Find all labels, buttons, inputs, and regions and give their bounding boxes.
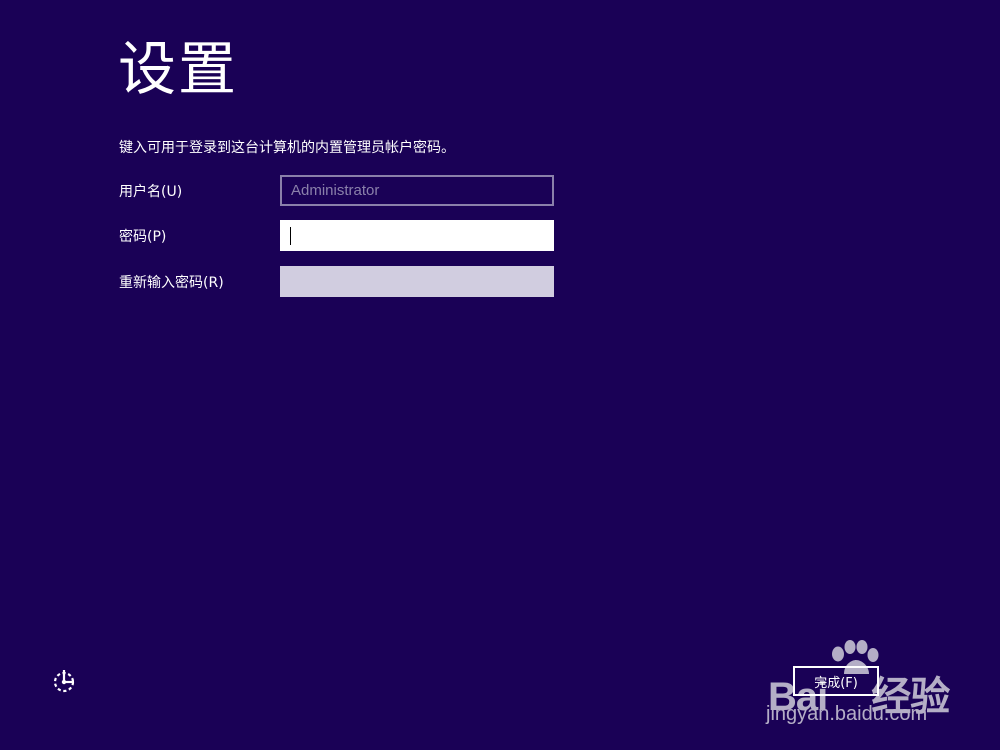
password-label: 密码(P)	[119, 229, 167, 245]
ease-of-access-icon-glyph	[53, 670, 75, 693]
finish-button[interactable]: 完成(F)	[793, 666, 879, 696]
username-row: 用户名(U)	[119, 175, 559, 207]
reenter-password-field[interactable]	[280, 266, 554, 297]
reenter-password-label: 重新输入密码(R)	[119, 275, 224, 291]
password-field[interactable]	[280, 220, 554, 251]
password-row: 密码(P)	[119, 220, 559, 252]
page-title: 设置	[118, 35, 239, 103]
watermark-url: jingyan.baidu.com	[766, 703, 928, 725]
username-label: 用户名(U)	[119, 184, 183, 200]
text-cursor	[290, 227, 291, 245]
reenter-password-row: 重新输入密码(R)	[119, 266, 559, 298]
instruction-text: 键入可用于登录到这台计算机的内置管理员帐户密码。	[119, 140, 455, 156]
ease-of-access-icon[interactable]	[50, 667, 78, 695]
username-field	[280, 175, 554, 206]
